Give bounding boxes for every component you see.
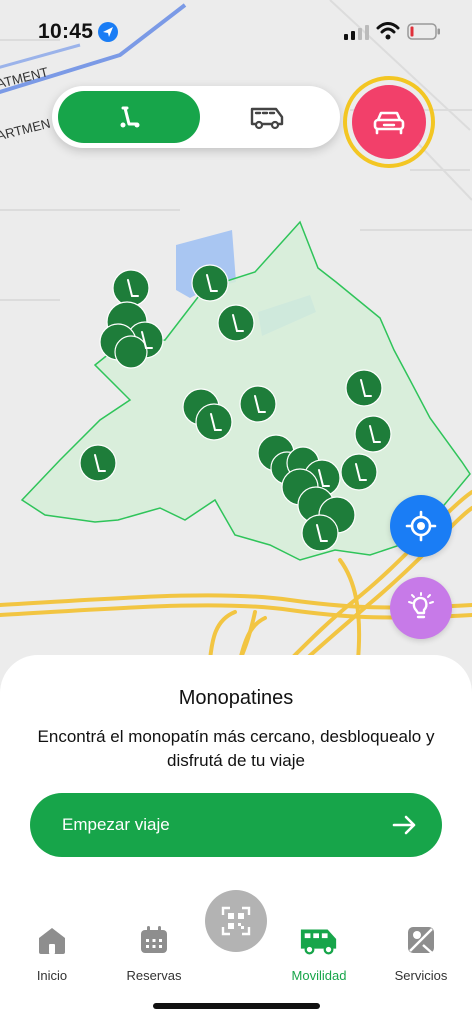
van-mode-button[interactable]	[200, 91, 334, 143]
van-icon	[250, 107, 284, 130]
app-screen: ATMENT ARTMEN 10:45 Monopatines Encontrá…	[0, 0, 472, 1019]
sheet-description: Encontrá el monopatín más cercano, desbl…	[37, 727, 435, 770]
car-button-circle	[352, 85, 426, 159]
car-mode-button[interactable]	[343, 76, 435, 168]
battery-icon	[407, 23, 440, 40]
qr-scan-button[interactable]	[205, 890, 267, 952]
sheet-title: Monopatines	[178, 687, 294, 709]
scooter-mode-button[interactable]	[58, 91, 200, 143]
status-bar: 10:45	[0, 0, 472, 64]
lightbulb-icon	[408, 592, 434, 619]
wifi-icon	[376, 22, 400, 40]
tab-reservas[interactable]: Reservas	[106, 920, 202, 990]
locate-me-button[interactable]	[390, 495, 452, 557]
start-trip-button[interactable]: Empezar viaje	[30, 793, 442, 857]
start-trip-label: Empezar viaje	[62, 815, 170, 834]
car-icon	[373, 111, 405, 135]
tab-label: Reservas	[126, 968, 182, 983]
status-time: 10:45	[38, 20, 94, 43]
tips-button[interactable]	[390, 577, 452, 639]
tab-servicios[interactable]: Servicios	[373, 920, 469, 990]
calendar-icon	[141, 926, 167, 953]
tab-label: Inicio	[36, 968, 68, 983]
tab-label: Movilidad	[291, 968, 347, 983]
home-indicator	[153, 1003, 320, 1009]
home-icon	[39, 928, 65, 954]
tab-inicio[interactable]: Inicio	[4, 920, 100, 990]
arrow-right-icon	[392, 815, 416, 835]
van-icon	[300, 929, 337, 955]
mode-toggle	[52, 86, 340, 148]
tab-label: Servicios	[394, 968, 448, 983]
scooter-icon	[120, 106, 140, 128]
crosshair-icon	[405, 510, 437, 542]
qr-scan-icon	[221, 906, 251, 936]
location-arrow-icon	[98, 22, 118, 42]
cellular-signal-icon	[344, 25, 369, 40]
map-icon	[408, 927, 434, 954]
tab-movilidad[interactable]: Movilidad	[271, 920, 367, 990]
